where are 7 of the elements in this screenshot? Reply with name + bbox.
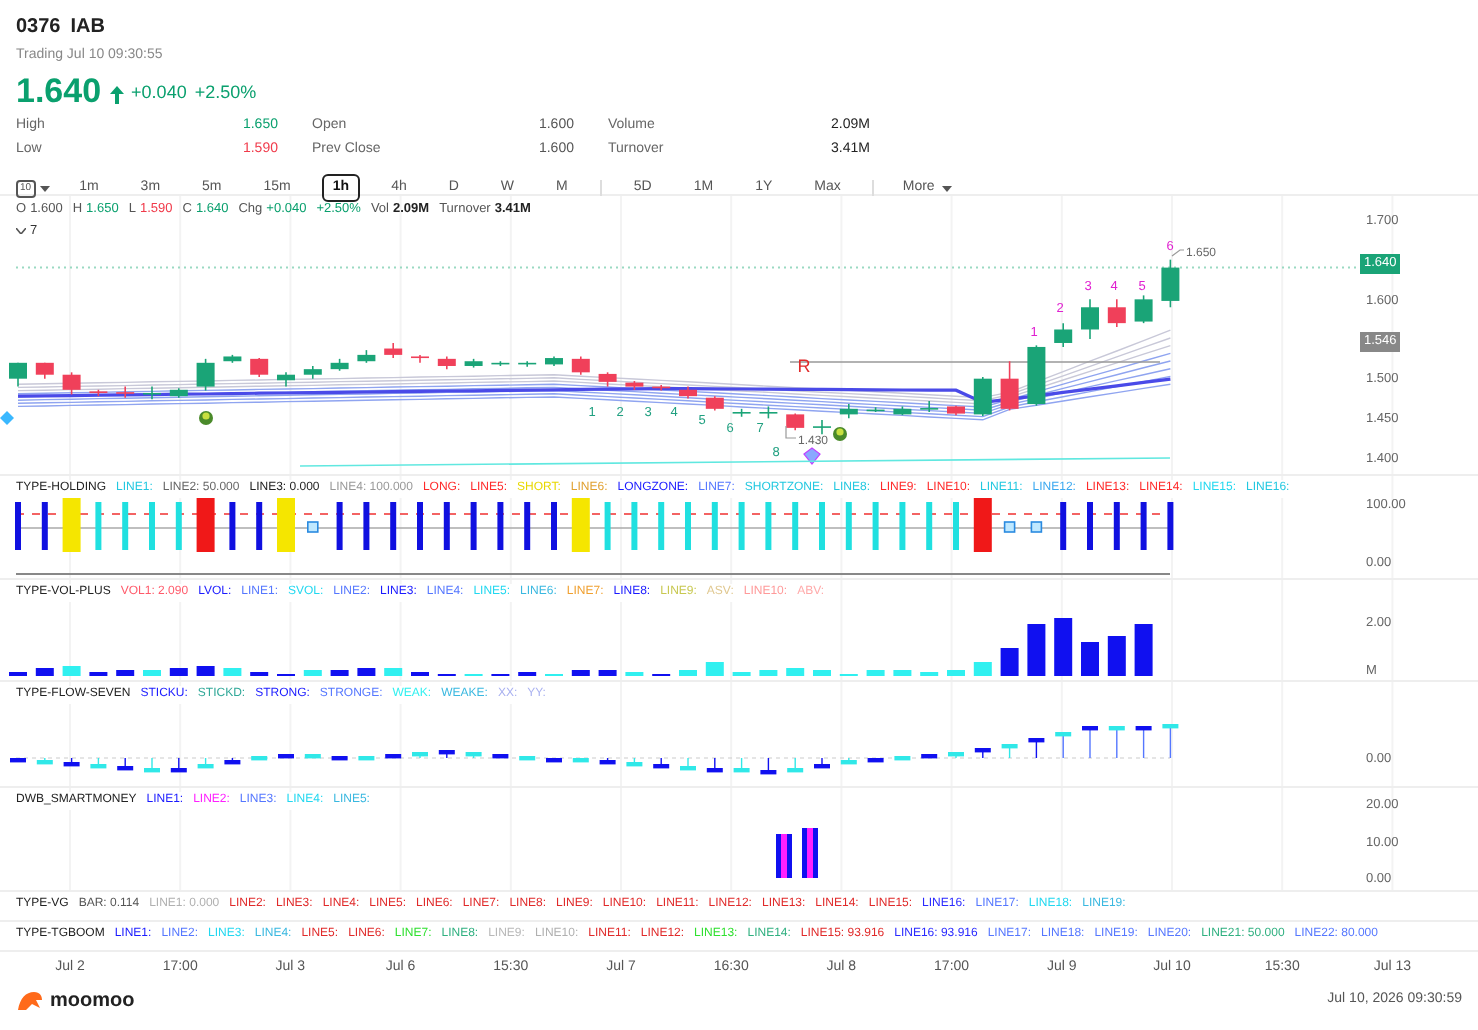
last-price: 1.640 [16, 74, 102, 110]
price-change-percent: +2.50% [194, 79, 257, 105]
resistance-label: R [797, 356, 811, 376]
stock-name: IAB [70, 14, 105, 42]
stock-symbol: 0376 [16, 14, 61, 42]
price-change: +0.040 [131, 79, 187, 105]
brand-name: moomoo [50, 987, 135, 1015]
